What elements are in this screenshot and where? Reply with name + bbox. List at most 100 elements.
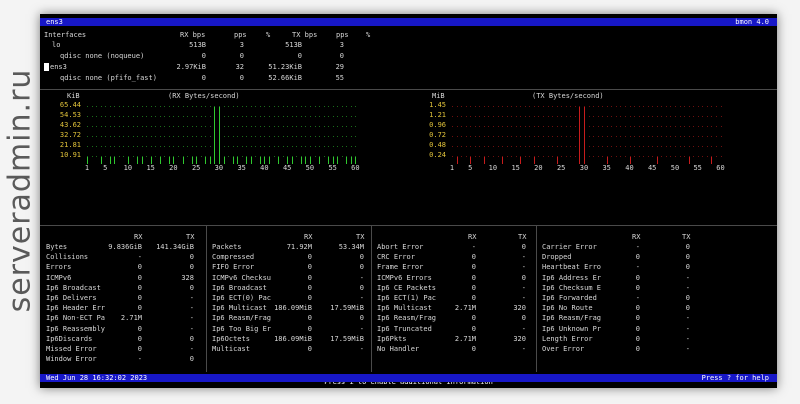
grid-dot xyxy=(643,156,645,157)
stat-label: Ip6 Delivers xyxy=(46,294,97,302)
grid-dot xyxy=(96,156,98,157)
stat-tx-value: - xyxy=(521,324,526,333)
grid-dot xyxy=(497,156,499,157)
grid-dot xyxy=(670,126,672,127)
grid-dot xyxy=(483,146,485,147)
grid-dot xyxy=(182,126,184,127)
grid-dot xyxy=(570,106,572,107)
grid-dot xyxy=(200,116,202,117)
grid-dot xyxy=(237,126,239,127)
grid-dot xyxy=(565,106,567,107)
grid-dot xyxy=(670,116,672,117)
grid-dot xyxy=(620,136,622,137)
grid-dot xyxy=(570,146,572,147)
grid-dot xyxy=(643,136,645,137)
x-axis-label: 55 xyxy=(693,164,702,172)
grid-dot xyxy=(492,156,494,157)
grid-dot xyxy=(273,106,275,107)
stat-rx-value: 0 xyxy=(635,314,640,323)
interface-name: qdisc none (pfifo_fast) xyxy=(60,74,157,82)
grid-dot xyxy=(269,106,270,107)
grid-dot xyxy=(620,116,622,117)
grid-dot xyxy=(679,106,681,107)
grid-dot xyxy=(100,126,102,127)
stat-rx-value: - xyxy=(635,243,640,251)
grid-dot xyxy=(520,126,522,127)
grid-dot xyxy=(697,116,699,117)
grid-dot xyxy=(164,136,166,137)
x-axis-label: 10 xyxy=(488,164,498,172)
stat-rx-value: - xyxy=(137,253,142,262)
grid-dot xyxy=(109,126,111,127)
grid-dot xyxy=(332,106,334,107)
grid-dot xyxy=(602,136,604,137)
grid-dot xyxy=(497,146,499,147)
stat-label: Dropped xyxy=(542,253,572,262)
grid-dot xyxy=(109,106,111,107)
graph-bar xyxy=(556,157,558,164)
grid-dot xyxy=(132,156,134,157)
grid-dot xyxy=(543,106,544,107)
grid-dot xyxy=(615,136,617,137)
grid-dot xyxy=(606,126,608,127)
grid-dot xyxy=(661,106,663,107)
grid-dot xyxy=(87,146,88,147)
stat-rx-value: 0 xyxy=(635,273,640,282)
column-divider xyxy=(371,226,372,372)
grid-dot xyxy=(269,146,270,147)
graph-bar xyxy=(584,107,585,164)
grid-dot xyxy=(255,136,257,137)
grid-dot xyxy=(87,106,88,107)
grid-dot xyxy=(346,136,348,137)
stat-rx-value: 186.09MiB xyxy=(274,334,312,343)
grid-dot xyxy=(350,126,352,127)
grid-dot xyxy=(164,116,166,117)
grid-dot xyxy=(661,116,663,117)
grid-dot xyxy=(502,136,504,137)
grid-dot xyxy=(556,136,558,137)
grid-dot xyxy=(524,156,526,157)
grid-dot xyxy=(647,146,649,147)
graph-bar xyxy=(291,157,293,164)
grid-dot xyxy=(223,126,225,127)
grid-dot xyxy=(461,146,463,147)
grid-dot xyxy=(556,116,558,117)
grid-dot xyxy=(611,146,613,147)
grid-dot xyxy=(91,126,93,127)
grid-dot xyxy=(533,106,535,107)
grid-dot xyxy=(461,116,463,117)
grid-dot xyxy=(538,146,540,147)
graph-bar xyxy=(182,157,184,164)
stat-tx-value: 141.34GiB xyxy=(156,243,194,251)
grid-dot xyxy=(191,126,193,127)
rx-column-header: RX xyxy=(134,233,143,241)
grid-dot xyxy=(593,146,594,147)
stat-rx-value: - xyxy=(635,294,640,302)
stat-rx-value: - xyxy=(137,355,142,364)
grid-dot xyxy=(246,136,248,137)
stat-label: Missed Error xyxy=(46,345,97,353)
stat-label: Ip6 Broadcast xyxy=(46,283,101,292)
grid-dot xyxy=(105,116,107,117)
terminal-window[interactable]: ens3 bmon 4.0 Interfaces RX bps pps% TX bps… xyxy=(40,14,777,388)
grid-dot xyxy=(118,106,120,107)
graph-title: (TX Bytes/second) xyxy=(532,92,604,100)
grid-dot xyxy=(465,106,467,107)
x-axis-label: 5 xyxy=(468,164,473,172)
stat-rx-value: 0 xyxy=(307,294,312,302)
stat-label: Errors xyxy=(46,263,72,272)
graph-bar xyxy=(502,157,504,164)
tx-column-header: TX xyxy=(356,233,365,241)
graph-bar xyxy=(159,157,161,164)
grid-dot xyxy=(456,106,458,107)
grid-dot xyxy=(159,146,161,147)
grid-dot xyxy=(670,156,672,157)
grid-dot xyxy=(209,126,211,127)
grid-dot xyxy=(565,136,567,137)
stat-tx-value: 0 xyxy=(189,334,194,343)
grid-dot xyxy=(109,116,111,117)
grid-dot xyxy=(520,106,522,107)
grid-dot xyxy=(711,136,713,137)
grid-dot xyxy=(200,126,202,127)
grid-dot xyxy=(328,116,330,117)
